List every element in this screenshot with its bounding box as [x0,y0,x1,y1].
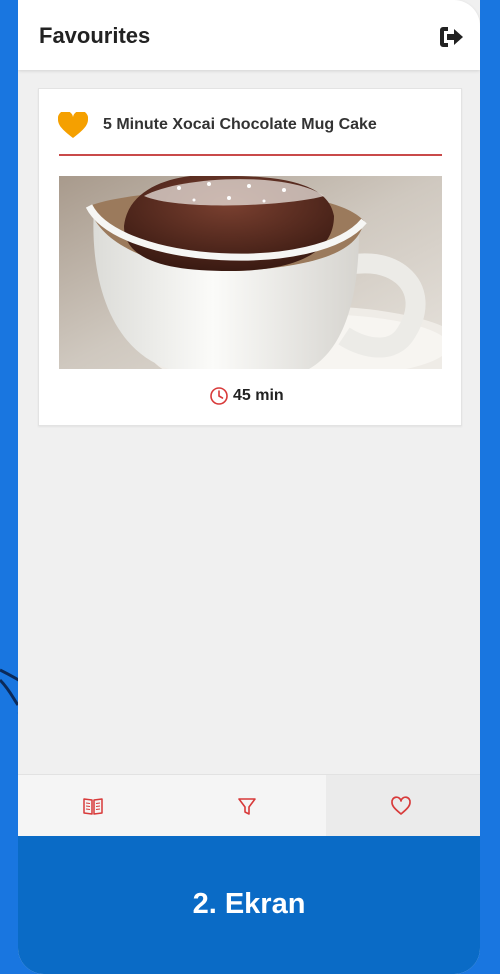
nav-item-favourites[interactable] [326,775,480,837]
phone-screen: Favourites 5 Minute Xocai Chocolate Mug … [18,0,480,974]
recipe-title: 5 Minute Xocai Chocolate Mug Cake [103,116,377,133]
page-title: Favourites [39,23,151,48]
bottom-navigation [18,774,480,837]
caption-banner: 2. Ekran [18,836,480,974]
title-divider [59,154,442,156]
heart-filled-icon[interactable] [57,110,89,139]
filter-icon [238,798,256,815]
app-bar: Favourites [18,0,480,70]
recipe-image [59,176,442,369]
book-icon [83,798,103,815]
heart-outline-icon [391,796,411,815]
nav-item-filter[interactable] [172,775,326,837]
clock-icon [210,387,228,405]
caption-label: 2. Ekran [192,888,306,920]
logout-button[interactable] [436,22,466,52]
logout-icon [440,27,463,47]
recipe-card[interactable]: 5 Minute Xocai Chocolate Mug Cake 45 min [38,88,462,426]
nav-item-recipes[interactable] [18,775,172,837]
cooking-time-text: 45 min [233,387,284,404]
